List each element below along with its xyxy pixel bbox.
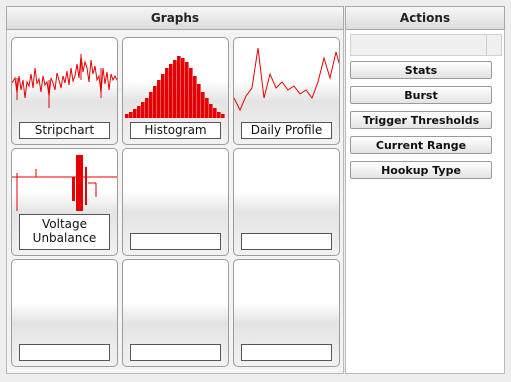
tile-label [130, 344, 221, 361]
tile-label [241, 233, 332, 250]
tile-empty[interactable] [122, 148, 229, 256]
tile-label: Stripchart [19, 122, 110, 139]
histogram-bar [217, 112, 221, 118]
daily-profile-icon [234, 47, 339, 112]
tile-label [241, 344, 332, 361]
tile-label: Daily Profile [241, 122, 332, 139]
histogram-bar [193, 76, 197, 118]
histogram-bar [161, 74, 165, 118]
burst-button[interactable]: Burst [350, 86, 492, 104]
histogram-bar [205, 98, 209, 118]
graphs-header: Graphs [6, 6, 344, 30]
graphs-header-title: Graphs [150, 11, 200, 25]
actions-header: Actions [345, 6, 505, 30]
tile-label: Voltage Unbalance [19, 214, 110, 250]
toolbar-divider [486, 35, 487, 55]
tile-label [130, 233, 221, 250]
hookup-type-button[interactable]: Hookup Type [350, 161, 492, 179]
histogram-bar [173, 60, 177, 118]
histogram-bar [157, 80, 161, 118]
histogram-bar [197, 84, 201, 118]
histogram-bar [165, 68, 169, 118]
actions-panel: Stats Burst Trigger Thresholds Current R… [345, 30, 505, 374]
histogram-bar [129, 112, 133, 118]
histogram-bar [125, 114, 129, 118]
graphs-panel: Stripchart Histogram Daily Profile Volta… [6, 30, 344, 374]
tile-empty[interactable] [233, 148, 340, 256]
histogram-bar [169, 64, 173, 118]
tile-label [19, 344, 110, 361]
tile-label: Histogram [130, 122, 221, 139]
histogram-bar [213, 108, 217, 118]
histogram-bar [177, 56, 181, 118]
tile-histogram[interactable]: Histogram [122, 37, 229, 145]
histogram-bar [141, 102, 145, 118]
tile-daily-profile[interactable]: Daily Profile [233, 37, 340, 145]
histogram-bar [133, 109, 137, 118]
tile-empty[interactable] [11, 259, 118, 367]
histogram-bar [149, 92, 153, 118]
tile-empty[interactable] [233, 259, 340, 367]
histogram-bar [145, 98, 149, 118]
stats-button[interactable]: Stats [350, 61, 492, 79]
app-window: Graphs Actions Stripchart Histogram Dail… [0, 0, 511, 382]
histogram-bar [185, 62, 189, 118]
tile-stripchart[interactable]: Stripchart [11, 37, 118, 145]
trigger-thresholds-button[interactable]: Trigger Thresholds [350, 111, 492, 129]
stripchart-icon [12, 54, 117, 108]
histogram-bar [137, 106, 141, 118]
histogram-bar [209, 104, 213, 118]
histogram-bar [201, 92, 205, 118]
histogram-bar [189, 68, 193, 118]
tile-empty[interactable] [122, 259, 229, 367]
histogram-icon [125, 56, 225, 118]
tile-voltage-unbalance[interactable]: Voltage Unbalance [11, 148, 118, 256]
actions-toolbar [350, 34, 502, 56]
current-range-button[interactable]: Current Range [350, 136, 492, 154]
histogram-bar [221, 114, 225, 118]
histogram-bar [181, 58, 185, 118]
actions-header-title: Actions [399, 11, 451, 25]
histogram-bar [153, 86, 157, 118]
